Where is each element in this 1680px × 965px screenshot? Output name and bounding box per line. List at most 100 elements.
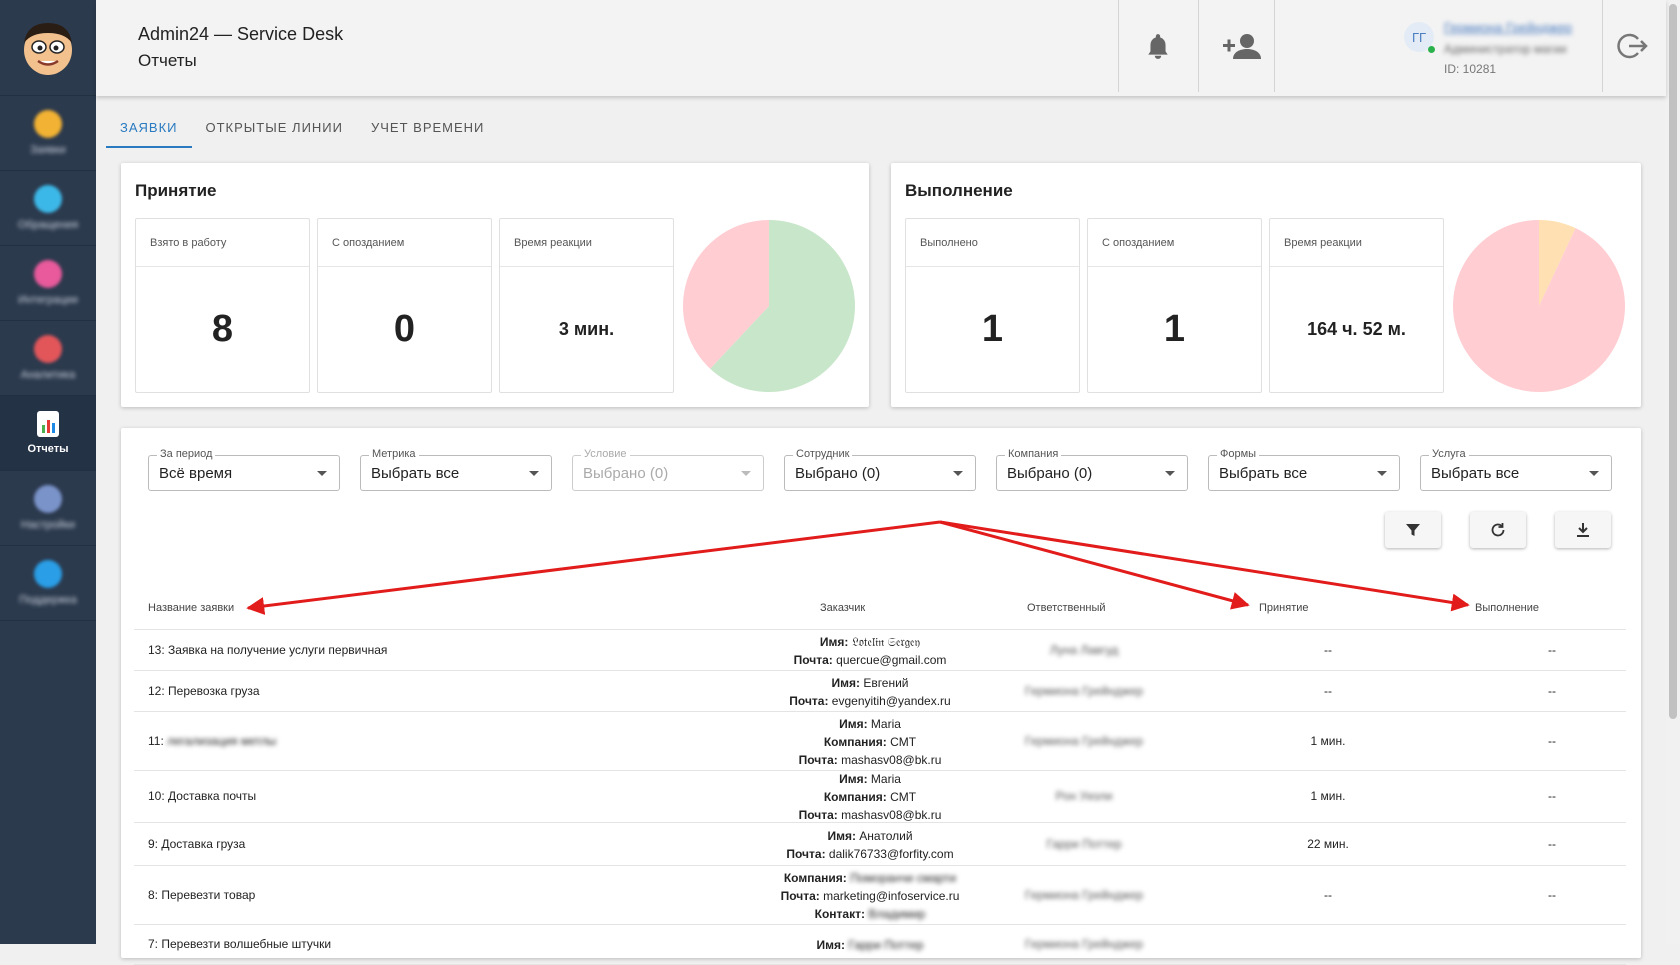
customer-field-label: Почта: [793, 652, 833, 667]
scrollbar-thumb[interactable] [1669, 4, 1677, 719]
complete-card-title: Выполнение [905, 181, 1013, 200]
customer-field: Компания: Поморанчи смарти [680, 869, 1060, 887]
customer-field: Почта: mashasv08@bk.ru [680, 751, 1060, 769]
stat-value: 1 [981, 308, 1004, 350]
chevron-down-icon [741, 471, 751, 476]
responsible-cell: Гермиона Грейнджер [1024, 683, 1144, 698]
sidebar-item-label: Обращения [17, 219, 79, 231]
chevron-down-icon [1589, 471, 1599, 476]
column-header-customer[interactable]: Заказчик [820, 602, 865, 614]
sidebar-item[interactable]: Заявки [0, 96, 96, 171]
tab-requests[interactable]: ЗАЯВКИ [106, 112, 192, 148]
sidebar-item[interactable]: Отчеты [0, 396, 96, 471]
header-divider [1118, 0, 1119, 92]
filter-value: Выбрать все [1219, 465, 1308, 482]
request-name[interactable]: 10: Доставка почты [148, 789, 256, 803]
responsible-cell: Гермиона Грейнджер [1024, 733, 1144, 748]
icon-bar [51, 423, 55, 433]
refresh-button[interactable] [1470, 512, 1526, 548]
customer-field-label: Компания: [783, 870, 847, 885]
download-button[interactable] [1555, 512, 1611, 548]
metric-select[interactable]: Метрика Выбрать все [360, 448, 552, 491]
complete-pie-chart [1453, 220, 1625, 392]
filter-value: Выбрано (0) [1007, 465, 1093, 482]
employee-select[interactable]: Сотрудник Выбрано (0) [784, 448, 976, 491]
tab-open-lines[interactable]: ОТКРЫТЫЕ ЛИНИИ [192, 112, 358, 148]
table-row[interactable]: 7: Перевезти волшебные штучки Имя: Гарри … [134, 925, 1626, 965]
user-role: Администратор магии [1444, 42, 1567, 56]
stat-label: Выполнено [906, 219, 1079, 267]
stat-label: Взято в работу [136, 219, 309, 267]
chevron-down-icon [1165, 471, 1175, 476]
customer-field-label: Компания: [823, 734, 887, 749]
stat-label: С опозданием [318, 219, 491, 267]
table-row[interactable]: 11: легализация метлы Имя: Maria Компания:… [134, 712, 1626, 771]
service-select[interactable]: Услуга Выбрать все [1420, 448, 1612, 491]
table-row[interactable]: 8: Перевезти товар Компания: Поморанчи см… [134, 866, 1626, 925]
stat-value: 3 мин. [558, 319, 615, 339]
filter-label: Услуга [1429, 448, 1469, 460]
sidebar-item-label: Отчеты [27, 443, 69, 455]
accept-time-cell: 22 мин. [1307, 836, 1349, 851]
header-divider [1274, 0, 1275, 92]
customer-field-value: quercue@gmail.com [836, 652, 947, 667]
column-header-name[interactable]: Название заявки [148, 602, 234, 614]
column-header-complete[interactable]: Выполнение [1475, 602, 1539, 614]
table-row[interactable]: 10: Доставка почты Имя: Maria Компания: CM… [134, 771, 1626, 823]
logout-icon[interactable] [1616, 30, 1648, 62]
customer-field-value: dalik76733@forfity.com [828, 846, 954, 861]
icon-bar [41, 425, 45, 433]
user-name-link[interactable]: Гермиона Грейнджер [1444, 20, 1572, 35]
sidebar-item[interactable]: Аналитика [0, 321, 96, 396]
app-logo[interactable] [0, 0, 96, 96]
period-select[interactable]: За период Всё время [148, 448, 340, 491]
request-name-text: 13: Заявка на получение услуги первичная [148, 642, 388, 657]
table-row[interactable]: 12: Перевозка груза Имя: Евгений Почта: ev… [134, 671, 1626, 712]
chevron-down-icon [1377, 471, 1387, 476]
sidebar-item[interactable]: Поддержка [0, 546, 96, 621]
icon-bar [46, 420, 50, 433]
sidebar-item[interactable]: Обращения [0, 171, 96, 246]
column-header-responsible[interactable]: Ответственный [1027, 602, 1106, 614]
request-name[interactable]: 7: Перевезти волшебные штучки [148, 937, 331, 951]
filter-value: Всё время [159, 465, 233, 482]
request-name[interactable]: 11: легализация метлы [148, 734, 276, 748]
customer-field-value: Евгений [863, 675, 909, 690]
reports-chart-icon [37, 411, 59, 437]
request-name[interactable]: 13: Заявка на получение услуги первичная [148, 643, 387, 657]
header-divider [1602, 0, 1603, 92]
tab-time-tracking[interactable]: УЧЕТ ВРЕМЕНИ [357, 112, 498, 148]
customer-field-value: CMT [890, 734, 917, 749]
user-profile[interactable]: ГГ Гермиона Грейнджер Администратор маги… [1390, 14, 1620, 84]
customer-field-label: Почта: [798, 752, 838, 767]
notifications-bell-icon[interactable] [1142, 30, 1174, 62]
customer-field-value: evgenyitih@yandex.ru [831, 693, 951, 708]
sidebar-item-label: Интеграции [18, 294, 78, 306]
filter-label: Формы [1217, 448, 1260, 460]
page-scrollbar[interactable] [1666, 0, 1680, 944]
request-name[interactable]: 12: Перевозка груза [148, 684, 260, 698]
column-header-accept[interactable]: Принятие [1259, 602, 1309, 614]
sidebar-item[interactable]: Настройки [0, 471, 96, 546]
company-select[interactable]: Компания Выбрано (0) [996, 448, 1188, 491]
sidebar-module-icon [34, 185, 62, 213]
apply-filter-button[interactable] [1385, 512, 1441, 548]
complete-time-cell: -- [1548, 887, 1556, 902]
stat-taken: Взято в работу 8 [135, 218, 310, 393]
sidebar-module-icon [34, 560, 62, 588]
stat-late: С опозданием 0 [317, 218, 492, 393]
request-name-text: 10: Доставка почты [148, 789, 257, 803]
table-row[interactable]: 9: Доставка груза Имя: Анатолий Почта: dal… [134, 823, 1626, 866]
sidebar-item[interactable]: Интеграции [0, 246, 96, 321]
request-name[interactable]: 8: Перевезти товар [148, 888, 255, 902]
filter-label: Сотрудник [793, 448, 853, 460]
request-name[interactable]: 9: Доставка груза [148, 837, 245, 851]
forms-select[interactable]: Формы Выбрать все [1208, 448, 1400, 491]
responsible-cell: Гермиона Грейнджер [1024, 887, 1144, 902]
add-user-icon[interactable] [1220, 30, 1262, 62]
customer-field: Контакт: Владимир [680, 905, 1060, 923]
stat-label: С опозданием [1088, 219, 1261, 267]
complete-card: Выполнение Выполнено 1 С опозданием 1 Вр… [891, 163, 1641, 407]
accept-card-title: Принятие [135, 181, 217, 200]
table-row[interactable]: 13: Заявка на получение услуги первичная… [134, 630, 1626, 671]
